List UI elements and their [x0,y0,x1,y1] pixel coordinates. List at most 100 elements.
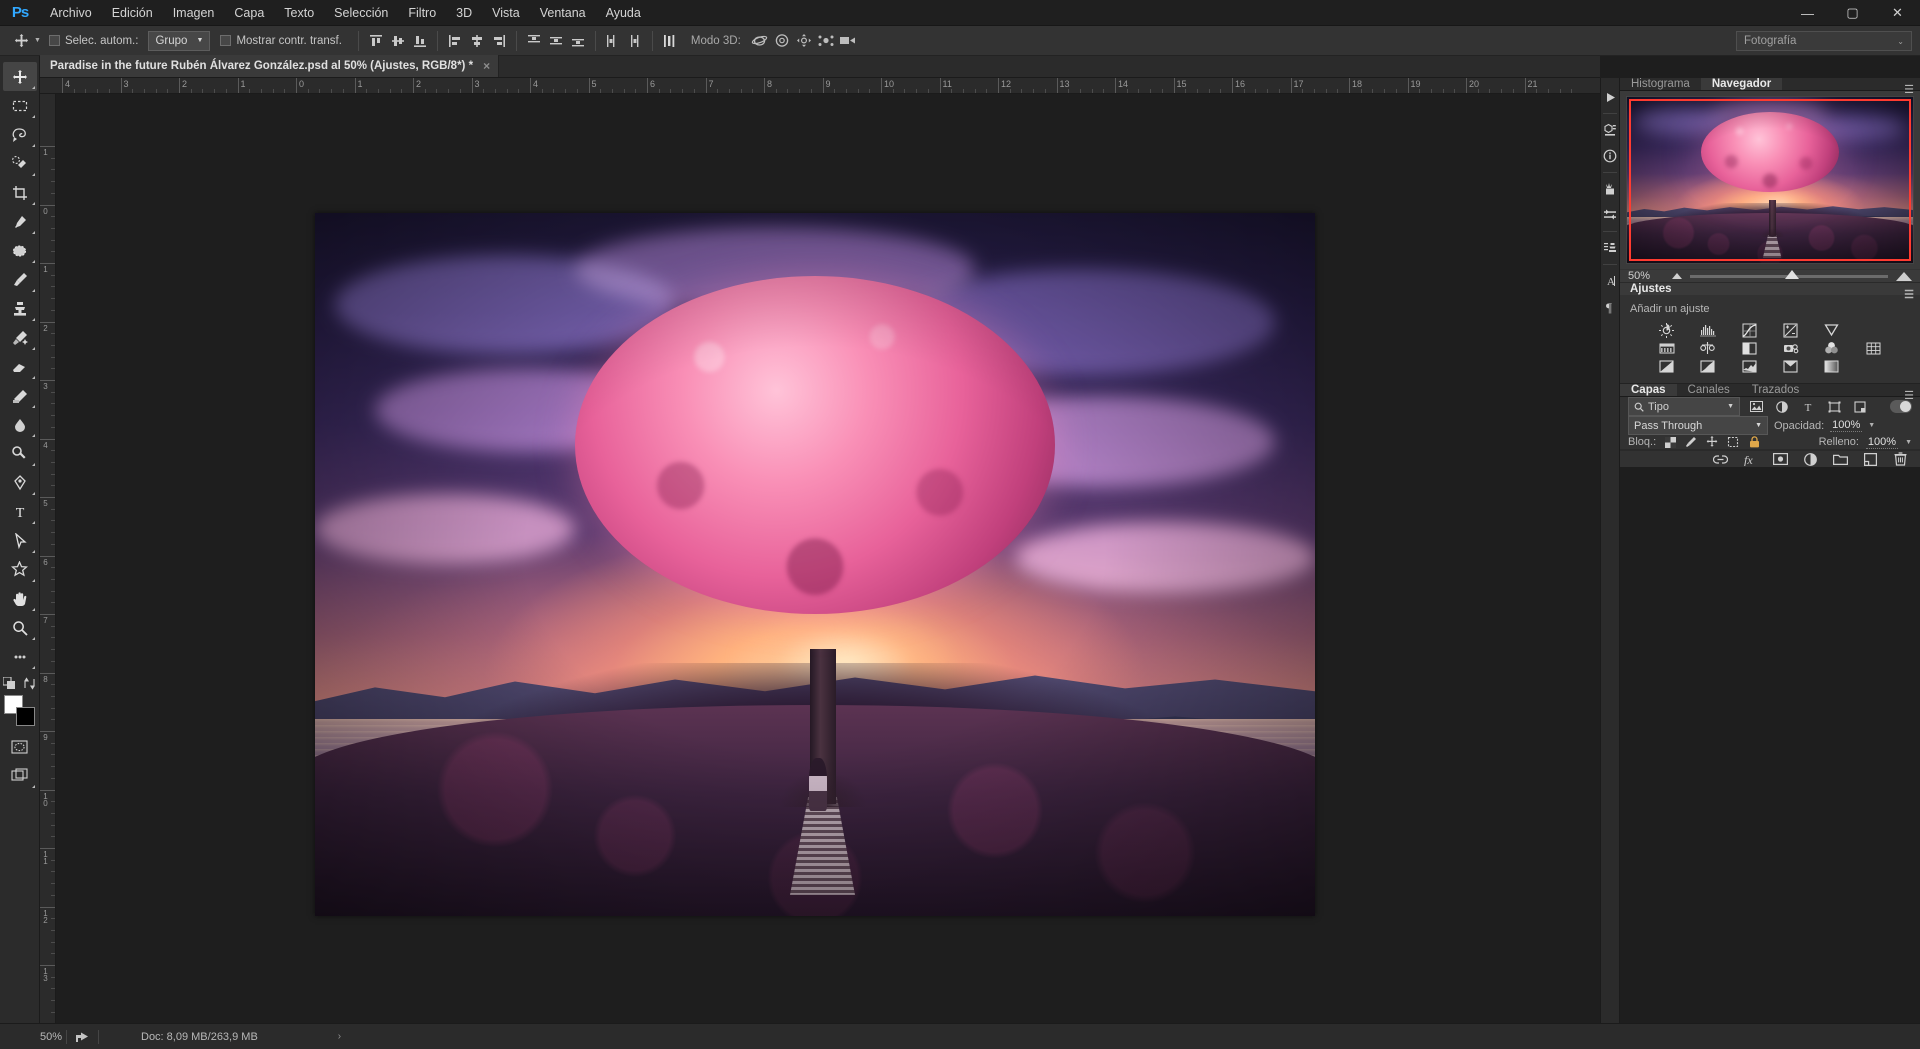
align-vertical-centers-icon[interactable] [387,30,409,52]
menu-texto[interactable]: Texto [274,0,324,26]
move-tool[interactable] [3,62,37,91]
orbit-3d-icon[interactable] [749,30,771,52]
distribute-right-icon[interactable] [659,30,681,52]
new-layer-icon[interactable] [1862,451,1878,467]
tool-preset-chevron-icon[interactable]: ▼ [34,37,41,44]
gradient-map-icon[interactable] [1811,357,1852,375]
close-document-icon[interactable]: × [483,59,490,73]
lock-all-icon[interactable] [1747,435,1761,449]
crop-tool[interactable] [3,178,37,207]
menu-vista[interactable]: Vista [482,0,530,26]
clone-stamp-tool[interactable] [3,294,37,323]
blur-tool[interactable] [3,410,37,439]
spot-healing-brush-tool[interactable] [3,236,37,265]
levels-icon[interactable] [1687,321,1728,339]
menu-archivo[interactable]: Archivo [40,0,102,26]
3d-panel-icon[interactable] [1600,117,1620,143]
link-layers-icon[interactable] [1712,451,1728,467]
swap-colors-icon[interactable] [23,677,36,690]
navigator-thumbnail[interactable] [1626,96,1914,264]
color-swatches[interactable] [3,694,37,728]
menu-capa[interactable]: Capa [224,0,274,26]
distribute-top-icon[interactable] [523,30,545,52]
camera-3d-icon[interactable] [837,30,859,52]
status-zoom-value[interactable]: 50% [0,1031,58,1043]
channel-mixer-icon[interactable] [1811,339,1852,357]
roll-3d-icon[interactable] [771,30,793,52]
brush-settings-icon[interactable] [1600,202,1620,228]
panel-menu-icon[interactable]: ☰ [1904,288,1914,301]
dodge-tool[interactable] [3,439,37,468]
slide-3d-icon[interactable] [815,30,837,52]
curves-icon[interactable] [1729,321,1770,339]
threshold-icon[interactable] [1729,357,1770,375]
clone-source-icon[interactable] [1600,235,1620,261]
show-transform-box-icon[interactable] [220,35,231,46]
distribute-bottom-icon[interactable] [567,30,589,52]
distribute-horizontal-center-icon[interactable] [624,30,646,52]
posterize-icon[interactable] [1687,357,1728,375]
menu-edicion[interactable]: Edición [102,0,163,26]
lock-artboard-icon[interactable] [1726,435,1740,449]
paragraph-panel-icon[interactable]: ¶ [1600,294,1620,320]
default-colors-icon[interactable] [3,677,16,690]
canvas-area[interactable] [56,94,1600,1023]
exposure-icon[interactable] [1770,321,1811,339]
layer-style-fx-icon[interactable]: fx [1742,451,1758,467]
quick-selection-tool[interactable] [3,149,37,178]
black-white-icon[interactable] [1729,339,1770,357]
minimize-icon[interactable]: — [1785,0,1830,26]
artboard-image[interactable] [315,213,1315,916]
lock-image-pixels-icon[interactable] [1684,435,1698,449]
adjustment-filter-icon[interactable] [1772,397,1792,416]
maximize-icon[interactable]: ▢ [1830,0,1875,26]
tab-capas[interactable]: Capas [1620,384,1677,396]
horizontal-ruler[interactable]: 43210123456789101112131415161718192021 [40,78,1600,94]
document-tab[interactable]: Paradise in the future Rubén Álvarez Gon… [40,55,499,77]
lock-position-icon[interactable] [1705,435,1719,449]
align-bottom-edges-icon[interactable] [409,30,431,52]
close-icon[interactable]: ✕ [1875,0,1920,26]
align-left-edges-icon[interactable] [444,30,466,52]
tab-trazados[interactable]: Trazados [1741,384,1811,396]
play-icon[interactable] [1600,84,1620,110]
zoom-tool[interactable] [3,613,37,642]
brush-tool[interactable] [3,265,37,294]
custom-shape-tool[interactable] [3,555,37,584]
pan-3d-icon[interactable] [793,30,815,52]
align-right-edges-icon[interactable] [488,30,510,52]
menu-ayuda[interactable]: Ayuda [596,0,651,26]
brightness-contrast-icon[interactable] [1646,321,1687,339]
type-filter-icon[interactable]: T [1798,397,1818,416]
move-tool-icon[interactable] [8,30,34,52]
lasso-tool[interactable] [3,120,37,149]
navigator-zoom-value[interactable]: 50% [1628,270,1664,282]
panel-menu-icon[interactable]: ☰ [1904,83,1914,96]
fill-value[interactable]: 100% [1866,436,1898,449]
tab-histograma[interactable]: Histograma [1620,78,1701,90]
align-horizontal-centers-icon[interactable] [466,30,488,52]
pen-tool[interactable] [3,468,37,497]
path-selection-tool[interactable] [3,526,37,555]
opacity-value[interactable]: 100% [1830,419,1862,432]
info-panel-icon[interactable] [1600,143,1620,169]
status-expand-icon[interactable]: › [338,1031,341,1042]
filter-enable-toggle[interactable] [1890,400,1912,413]
share-icon[interactable] [75,1030,90,1043]
hue-saturation-icon[interactable] [1646,339,1687,357]
smart-object-filter-icon[interactable] [1850,397,1870,416]
new-group-icon[interactable] [1832,451,1848,467]
distribute-left-icon[interactable] [602,30,624,52]
chevron-down-icon[interactable]: ▼ [1905,439,1912,446]
new-adjustment-layer-icon[interactable] [1802,451,1818,467]
rectangular-marquee-tool[interactable] [3,91,37,120]
screen-mode-toggle[interactable] [3,761,37,790]
workspace-dropdown[interactable]: Fotografía ⌄ [1736,31,1912,51]
color-balance-icon[interactable] [1687,339,1728,357]
show-transform-controls-checkbox[interactable]: Mostrar contr. transf. [220,35,341,47]
auto-select-scope-dropdown[interactable]: Grupo ▼ [148,31,210,51]
tab-navegador[interactable]: Navegador [1701,78,1782,90]
edit-toolbar-tool[interactable] [3,642,37,671]
distribute-vertical-center-icon[interactable] [545,30,567,52]
chevron-down-icon[interactable]: ▼ [1868,422,1875,429]
